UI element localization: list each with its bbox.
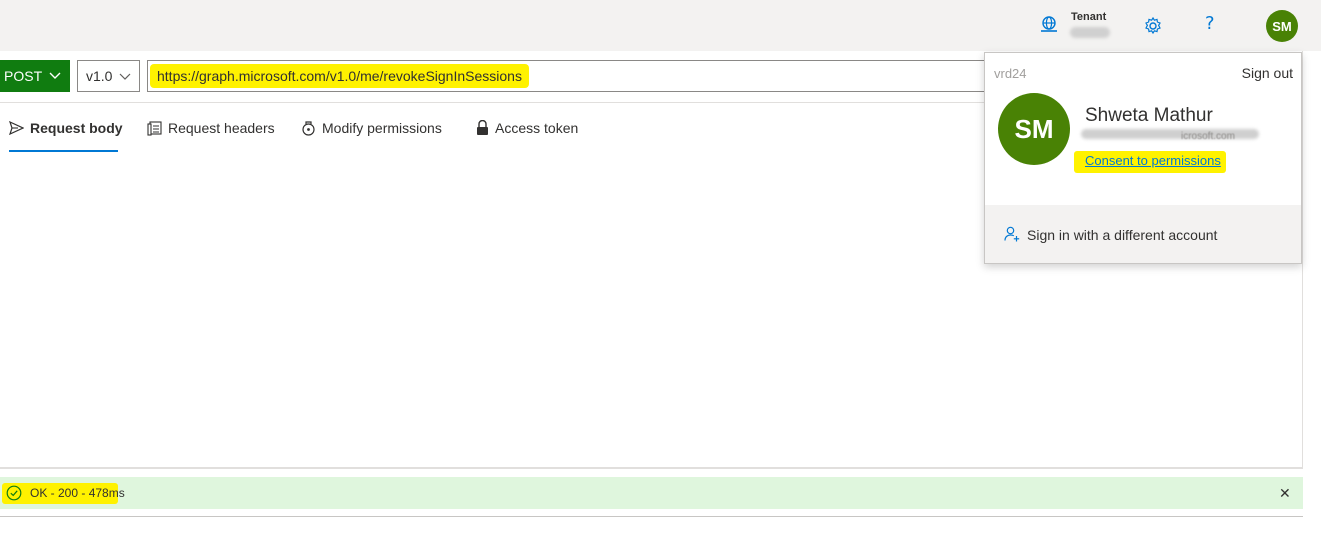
tab-label: Modify permissions [322,120,442,136]
panel-divider [0,467,1303,469]
tab-request-body[interactable]: Request body [9,120,123,136]
sign-out-link[interactable]: Sign out [1242,65,1293,81]
user-name: Shweta Mathur [1085,105,1213,126]
permissions-icon [302,121,315,136]
response-panel [0,516,1303,537]
avatar-large: SM [998,93,1070,165]
help-icon[interactable]: ? [1205,13,1215,34]
status-text: OK - 200 - 478ms [30,486,125,500]
tab-label: Request headers [168,120,275,136]
account-flyout: vrd24 Sign out SM Shweta Mathur icrosoft… [984,52,1302,264]
tenant-label: Tenant [1071,11,1107,23]
active-tab-indicator [9,150,118,152]
headers-icon [147,120,162,136]
tab-access-token[interactable]: Access token [476,120,578,136]
url-text[interactable]: https://graph.microsoft.com/v1.0/me/revo… [150,64,529,88]
http-method-dropdown[interactable]: POST [0,60,70,92]
chevron-down-icon [119,73,131,80]
tenant-name-redacted [1070,27,1110,38]
tab-request-headers[interactable]: Request headers [147,120,275,136]
version-dropdown[interactable]: v1.0 [77,60,140,92]
version-label: v1.0 [86,68,113,84]
close-icon[interactable]: ✕ [1279,485,1291,502]
tenant-globe-icon[interactable] [1040,15,1058,33]
tab-modify-permissions[interactable]: Modify permissions [301,120,442,136]
status-bar [0,477,1303,509]
success-check-icon [6,485,22,501]
lock-icon [477,120,488,135]
http-method-label: POST [4,68,43,84]
panel-border [1302,51,1303,469]
request-tabs: Request body Request headers Modify perm… [0,103,1000,153]
tab-label: Access token [495,120,579,136]
organization-name: vrd24 [994,66,1027,81]
consent-to-permissions-link[interactable]: Consent to permissions [1085,153,1221,168]
send-icon [9,121,24,135]
avatar[interactable]: SM [1266,10,1298,42]
top-bar: Tenant ? SM [0,0,1321,51]
email-tail: icrosoft.com [1181,131,1235,142]
chevron-down-icon [49,72,61,79]
gear-icon[interactable] [1143,16,1163,36]
add-person-icon [1004,226,1020,242]
tab-label: Request body [30,120,123,136]
sign-in-different-account-button[interactable]: Sign in with a different account [1027,227,1217,243]
